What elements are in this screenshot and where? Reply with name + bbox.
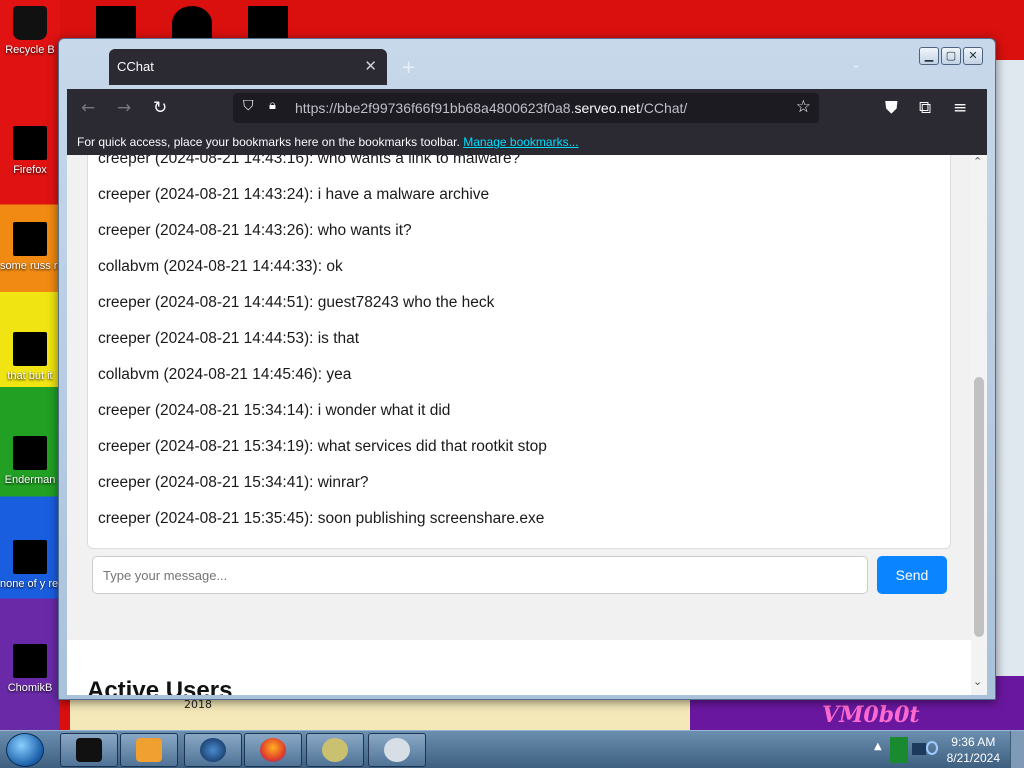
chat-message: creeper (2024-08-21 14:44:53): is that xyxy=(98,330,360,347)
desktop-icon-file-2[interactable]: that but it xyxy=(0,332,60,382)
list-tabs-icon[interactable]: ⌄ xyxy=(851,57,861,71)
tab-strip: CChat ✕ + ⌄ ▁ ▢ ✕ xyxy=(59,39,995,89)
terminal-icon xyxy=(76,738,102,762)
extensions-icon[interactable]: ⧉ xyxy=(919,97,931,119)
back-arrow-icon[interactable]: ← xyxy=(81,97,95,119)
background-window xyxy=(994,60,1024,680)
url-text[interactable]: https://bbe2f99736f66f91bb68a4800623f0a8… xyxy=(295,100,687,116)
browser-window: CChat ✕ + ⌄ ▁ ▢ ✕ ← → ↻ ⛉ 🔒︎ https://bbe… xyxy=(58,38,996,700)
reload-icon[interactable]: ↻ xyxy=(153,97,167,119)
desktop-icon-label: none of y retards kn xyxy=(0,578,60,590)
bookmarks-toolbar: For quick access, place your bookmarks h… xyxy=(67,127,987,155)
media-player-icon xyxy=(136,738,162,762)
desktop-icon-label: Enderman xyxy=(4,474,56,486)
scroll-up-icon[interactable]: ⌃ xyxy=(973,155,982,168)
taskbar-item-terminal[interactable] xyxy=(60,733,118,767)
desktop-icon-file-1[interactable]: some russ ran a ra xyxy=(0,222,60,272)
bookmarks-hint: For quick access, place your bookmarks h… xyxy=(77,135,460,149)
send-button[interactable]: Send xyxy=(877,556,947,594)
menu-icon[interactable]: ≡ xyxy=(953,97,967,119)
taskbar-item-settings[interactable] xyxy=(368,733,426,767)
network-icon[interactable] xyxy=(912,743,926,755)
tray-app-icon[interactable] xyxy=(890,737,908,763)
desktop-icon-label: Recycle B xyxy=(5,44,55,56)
taskbar-item-network[interactable] xyxy=(184,733,242,767)
url-domain: serveo.net xyxy=(574,100,640,116)
show-desktop-button[interactable] xyxy=(1010,731,1024,768)
chat-container: creeper (2024-08-21 14:43:16): who wants… xyxy=(67,155,971,640)
chat-message: creeper (2024-08-21 14:43:24): i have a … xyxy=(98,186,490,203)
globe-icon xyxy=(200,738,226,762)
forward-arrow-icon[interactable]: → xyxy=(117,97,131,119)
desktop-icon-file-3[interactable]: none of y retards kn xyxy=(0,540,60,590)
taskbar-item-firefox[interactable] xyxy=(244,733,302,767)
file-icon xyxy=(13,436,47,470)
taskbar-item-media[interactable] xyxy=(120,733,178,767)
taskbar: ▲ 9:36 AM 8/21/2024 xyxy=(0,730,1024,768)
tab-title: CChat xyxy=(117,59,154,74)
desktop-icon-top-3[interactable] xyxy=(248,6,288,40)
clock-time: 9:36 AM xyxy=(951,735,996,749)
new-tab-icon[interactable]: + xyxy=(401,57,416,78)
shield-icon[interactable]: ⛉ xyxy=(243,98,254,114)
pocket-icon[interactable]: ⛊ xyxy=(885,97,898,119)
bookmark-star-icon[interactable]: ☆ xyxy=(796,97,811,117)
clock[interactable]: 9:36 AM 8/21/2024 xyxy=(947,734,1000,766)
page-content: creeper (2024-08-21 14:43:16): who wants… xyxy=(67,155,987,695)
firefox-icon xyxy=(260,738,286,762)
minimize-button[interactable]: ▁ xyxy=(919,47,939,65)
url-bar[interactable]: ⛉ 🔒︎ https://bbe2f99736f66f91bb68a480062… xyxy=(233,93,819,123)
desktop-icon-label: ChomikB xyxy=(7,682,53,694)
clock-date: 8/21/2024 xyxy=(946,751,1000,765)
wallpaper-cream-area xyxy=(70,700,690,730)
taskbar-item-tool[interactable] xyxy=(306,733,364,767)
file-icon xyxy=(13,540,47,574)
tab-cchat[interactable]: CChat ✕ xyxy=(109,49,387,85)
desktop-icon-firefox[interactable]: Firefox xyxy=(0,126,60,176)
desktop-icon-recycle-bin[interactable]: Recycle B xyxy=(0,6,60,56)
wallpaper-text: VM0b0t xyxy=(822,702,920,728)
tray-status-icon[interactable] xyxy=(926,741,938,755)
tool-icon xyxy=(322,738,348,762)
gear-icon xyxy=(384,738,410,762)
firefox-icon xyxy=(13,126,47,160)
scrollbar-thumb[interactable] xyxy=(974,377,984,637)
page-scrollbar[interactable]: ⌃ ⌄ xyxy=(971,155,987,695)
file-icon xyxy=(13,222,47,256)
url-path: /CChat/ xyxy=(639,100,688,116)
maximize-button[interactable]: ▢ xyxy=(941,47,961,65)
recycle-bin-icon xyxy=(13,6,47,40)
chat-message: creeper (2024-08-21 15:35:45): soon publ… xyxy=(98,510,545,527)
start-button[interactable] xyxy=(6,733,44,767)
file-icon xyxy=(13,332,47,366)
chat-message: collabvm (2024-08-21 14:45:46): yea xyxy=(98,366,352,383)
chat-message: creeper (2024-08-21 14:43:26): who wants… xyxy=(98,222,412,239)
message-input[interactable] xyxy=(92,556,868,594)
chat-message: collabvm (2024-08-21 14:44:33): ok xyxy=(98,258,343,275)
manage-bookmarks-link[interactable]: Manage bookmarks... xyxy=(463,135,578,149)
system-tray: ▲ xyxy=(864,731,1024,768)
desktop-icon-label: some russ ran a ra xyxy=(0,260,60,272)
chat-messages: creeper (2024-08-21 14:43:16): who wants… xyxy=(87,155,951,549)
close-window-button[interactable]: ✕ xyxy=(963,47,983,65)
lock-icon[interactable]: 🔒︎ xyxy=(269,98,276,113)
file-icon xyxy=(13,644,47,678)
desktop-icon-top-2[interactable] xyxy=(172,6,212,40)
chat-message: creeper (2024-08-21 15:34:14): i wonder … xyxy=(98,402,451,419)
chat-message: creeper (2024-08-21 15:34:41): winrar? xyxy=(98,474,369,491)
tab-close-icon[interactable]: ✕ xyxy=(364,57,377,75)
desktop-icon-top-1[interactable] xyxy=(96,6,136,40)
desktop-icon-label: that but it xyxy=(7,370,53,382)
chat-message: creeper (2024-08-21 14:44:51): guest7824… xyxy=(98,294,495,311)
active-users-heading: Active Users xyxy=(87,677,233,695)
desktop-icon-enderman[interactable]: Enderman xyxy=(0,436,60,486)
scroll-down-icon[interactable]: ⌄ xyxy=(973,675,982,688)
desktop-icon-chomik[interactable]: ChomikB xyxy=(0,644,60,694)
chat-message: creeper (2024-08-21 14:43:16): who wants… xyxy=(98,155,521,167)
chat-message: creeper (2024-08-21 15:34:19): what serv… xyxy=(98,438,547,455)
url-prefix: https://bbe2f99736f66f91bb68a4800623f0a8… xyxy=(295,100,575,116)
navigation-toolbar: ← → ↻ ⛉ 🔒︎ https://bbe2f99736f66f91bb68a… xyxy=(67,89,987,127)
desktop-icon-label: Firefox xyxy=(13,164,47,176)
tray-expand-icon[interactable]: ▲ xyxy=(874,741,882,752)
